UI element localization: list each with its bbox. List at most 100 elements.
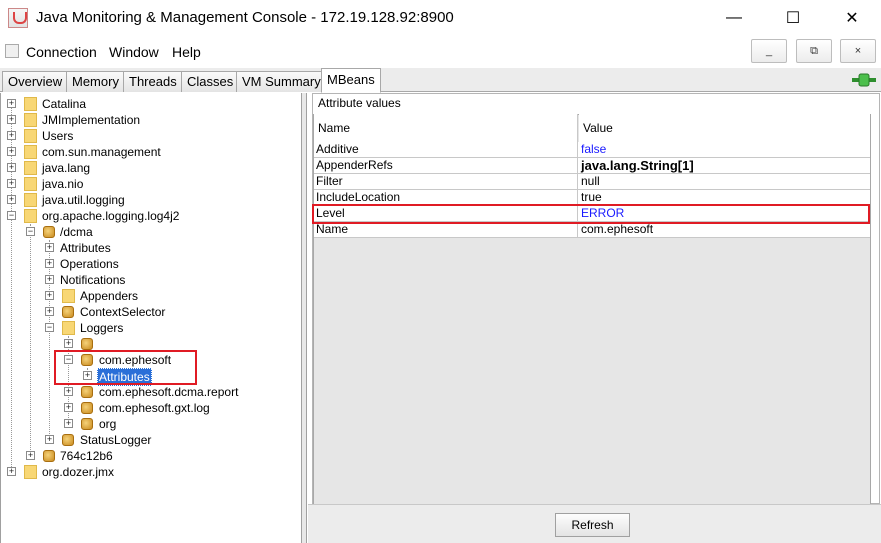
app-menu-icon[interactable] [5, 44, 19, 58]
table-row[interactable]: Additive false [314, 142, 870, 158]
tree-node-org-apache-logging-log4j2[interactable]: − org.apache.logging.log4j2 [0, 208, 300, 224]
tab-mbeans[interactable]: MBeans [321, 68, 381, 93]
tree-node-label: Notifications [60, 273, 126, 287]
tree-node-org[interactable]: + org [0, 416, 300, 432]
attribute-name: Filter [314, 174, 578, 190]
column-header-name[interactable]: Name [314, 114, 578, 143]
expand-icon[interactable]: + [26, 451, 35, 460]
tree-node-label: JMImplementation [42, 113, 141, 127]
attribute-value[interactable]: java.lang.String[1] [579, 158, 870, 174]
expand-icon[interactable]: + [45, 307, 54, 316]
tab-overview[interactable]: Overview [2, 71, 69, 92]
tree-node-label: Users [42, 129, 74, 143]
expand-icon[interactable]: + [7, 163, 16, 172]
expand-icon[interactable]: + [45, 291, 54, 300]
tree-node-jmimplementation[interactable]: + JMImplementation [0, 112, 300, 128]
expand-icon[interactable]: + [7, 467, 16, 476]
expand-icon[interactable]: + [64, 339, 73, 348]
tab-threads[interactable]: Threads [123, 71, 183, 92]
tree-node-gxt-log[interactable]: + com.ephesoft.gxt.log [0, 400, 300, 416]
tree-node-attributes[interactable]: + Attributes [0, 240, 300, 256]
highlight-box [312, 204, 870, 224]
tree-node-label: ContextSelector [80, 305, 166, 319]
expand-icon[interactable]: + [7, 195, 16, 204]
tree-node-statuslogger[interactable]: + StatusLogger [0, 432, 300, 448]
expand-icon[interactable]: + [45, 259, 54, 268]
expand-icon[interactable]: + [45, 275, 54, 284]
title-bar: Java Monitoring & Management Console - 1… [0, 0, 881, 36]
folder-icon [24, 97, 37, 111]
highlight-box [54, 350, 197, 385]
tab-classes[interactable]: Classes [181, 71, 240, 92]
collapse-icon[interactable]: − [7, 211, 16, 220]
tab-memory[interactable]: Memory [66, 71, 125, 92]
split-pane-divider[interactable] [302, 93, 307, 543]
mbean-icon [62, 434, 74, 446]
column-header-value[interactable]: Value [579, 114, 870, 143]
expand-icon[interactable]: + [64, 403, 73, 412]
mbean-icon [43, 450, 55, 462]
tree-node-notifications[interactable]: + Notifications [0, 272, 300, 288]
tree-node-764c12b6[interactable]: + 764c12b6 [0, 448, 300, 464]
tree-node-label: Attributes [60, 241, 111, 255]
expand-icon[interactable]: + [45, 243, 54, 252]
tree-node-catalina[interactable]: + Catalina [0, 96, 300, 112]
table-row[interactable]: AppenderRefs java.lang.String[1] [314, 158, 870, 174]
attribute-value[interactable]: false [579, 142, 870, 158]
expand-icon[interactable]: + [7, 115, 16, 124]
expand-icon[interactable]: + [7, 179, 16, 188]
folder-icon [24, 129, 37, 143]
expand-icon[interactable]: + [7, 131, 16, 140]
tree-node-loggers[interactable]: − Loggers [0, 320, 300, 336]
folder-icon [24, 145, 37, 159]
tree-node-org-dozer-jmx[interactable]: + org.dozer.jmx [0, 464, 300, 480]
tab-vm-summary[interactable]: VM Summary [236, 71, 327, 92]
tree-node-contextselector[interactable]: + ContextSelector [0, 304, 300, 320]
tree-node-java-util-logging[interactable]: + java.util.logging [0, 192, 300, 208]
attribute-name: Name [314, 222, 578, 238]
menu-bar: Connection Window Help [0, 37, 881, 67]
tree-node-label: java.lang [42, 161, 91, 175]
expand-icon[interactable]: + [45, 435, 54, 444]
maximize-button[interactable]: ☐ [766, 0, 820, 36]
table-row[interactable]: Filter null [314, 174, 870, 190]
attribute-value: com.ephesoft [581, 222, 654, 236]
tree-node-label: StatusLogger [80, 433, 152, 447]
mdi-restore-button[interactable]: ⧉ [796, 39, 832, 63]
menu-window[interactable]: Window [109, 44, 159, 60]
folder-open-icon [24, 209, 37, 223]
attribute-name: AppenderRefs [314, 158, 578, 174]
tree-node-dcma[interactable]: − /dcma [0, 224, 300, 240]
tree-node-com-sun-management[interactable]: + com.sun.management [0, 144, 300, 160]
tree-node-operations[interactable]: + Operations [0, 256, 300, 272]
tree-node-label: Catalina [42, 97, 87, 111]
mdi-minimize-button[interactable]: _ [751, 39, 787, 63]
window-title: Java Monitoring & Management Console - 1… [36, 9, 454, 26]
tree-node-label: org.apache.logging.log4j2 [42, 209, 180, 223]
expand-icon[interactable]: + [64, 419, 73, 428]
close-button[interactable]: ✕ [825, 0, 879, 36]
collapse-icon[interactable]: − [26, 227, 35, 236]
mdi-close-button[interactable]: × [840, 39, 876, 63]
tree-node-label: org.dozer.jmx [42, 465, 115, 479]
tree-node-java-lang[interactable]: + java.lang [0, 160, 300, 176]
tree-node-label: java.nio [42, 177, 84, 191]
tree-node-label: com.sun.management [42, 145, 161, 159]
expand-icon[interactable]: + [7, 99, 16, 108]
collapse-icon[interactable]: − [45, 323, 54, 332]
table-row[interactable]: Name com.ephesoft [314, 222, 870, 238]
expand-icon[interactable]: + [7, 147, 16, 156]
menu-help[interactable]: Help [172, 44, 201, 60]
menu-connection[interactable]: Connection [26, 44, 97, 60]
folder-icon [24, 465, 37, 479]
attribute-name: Additive [314, 142, 578, 158]
refresh-button[interactable]: Refresh [555, 513, 630, 537]
minimize-button[interactable]: — [707, 0, 761, 36]
tree-node-java-nio[interactable]: + java.nio [0, 176, 300, 192]
tree-node-users[interactable]: + Users [0, 128, 300, 144]
folder-icon [24, 177, 37, 191]
tree-node-dcma-report[interactable]: + com.ephesoft.dcma.report [0, 384, 300, 400]
expand-icon[interactable]: + [64, 387, 73, 396]
mbean-icon [81, 402, 93, 414]
tree-node-appenders[interactable]: + Appenders [0, 288, 300, 304]
